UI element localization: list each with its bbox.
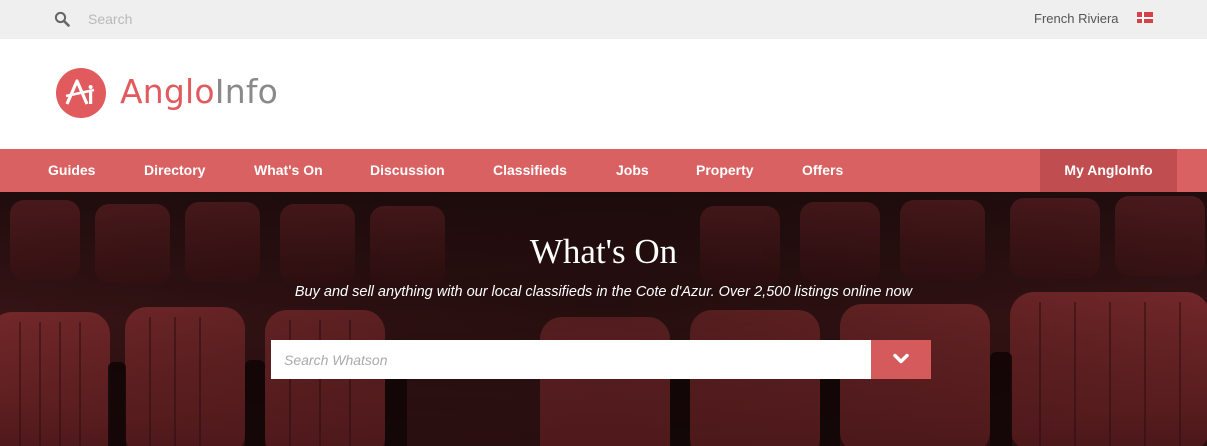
top-bar: French Riviera <box>0 0 1207 39</box>
search-icon[interactable] <box>54 11 70 27</box>
nav-item-discussion[interactable]: Discussion <box>370 149 445 192</box>
nav-item-property[interactable]: Property <box>696 149 754 192</box>
logo-text-info: Info <box>214 72 279 111</box>
nav-item-guides[interactable]: Guides <box>48 149 95 192</box>
nav-item-whats-on[interactable]: What's On <box>254 149 323 192</box>
main-nav: Guides Directory What's On Discussion Cl… <box>0 149 1207 192</box>
hero-subtitle: Buy and sell anything with our local cla… <box>294 284 913 300</box>
denmark-flag-icon[interactable] <box>1137 12 1153 23</box>
nav-item-offers[interactable]: Offers <box>802 149 843 192</box>
nav-item-directory[interactable]: Directory <box>144 149 205 192</box>
top-search-input[interactable] <box>88 9 388 29</box>
whatson-search-input[interactable] <box>271 340 871 379</box>
my-angloinfo-button[interactable]: My AngloInfo <box>1040 149 1177 192</box>
category-dropdown-button[interactable] <box>871 340 931 379</box>
logo-text-anglo: Anglo <box>120 72 215 111</box>
hero-title: What's On <box>529 232 678 271</box>
chevron-down-icon <box>893 353 909 364</box>
hero-banner: What's On Buy and sell anything with our… <box>0 192 1207 446</box>
ai-logo-icon[interactable] <box>56 68 106 118</box>
site-header: AngloInfo <box>0 39 1207 149</box>
theatre-seats-background <box>0 192 1207 446</box>
nav-item-classifieds[interactable]: Classifieds <box>493 149 567 192</box>
nav-item-jobs[interactable]: Jobs <box>616 149 649 192</box>
logo-wordmark[interactable]: AngloInfo <box>120 72 278 111</box>
region-selector[interactable]: French Riviera <box>1034 11 1119 26</box>
